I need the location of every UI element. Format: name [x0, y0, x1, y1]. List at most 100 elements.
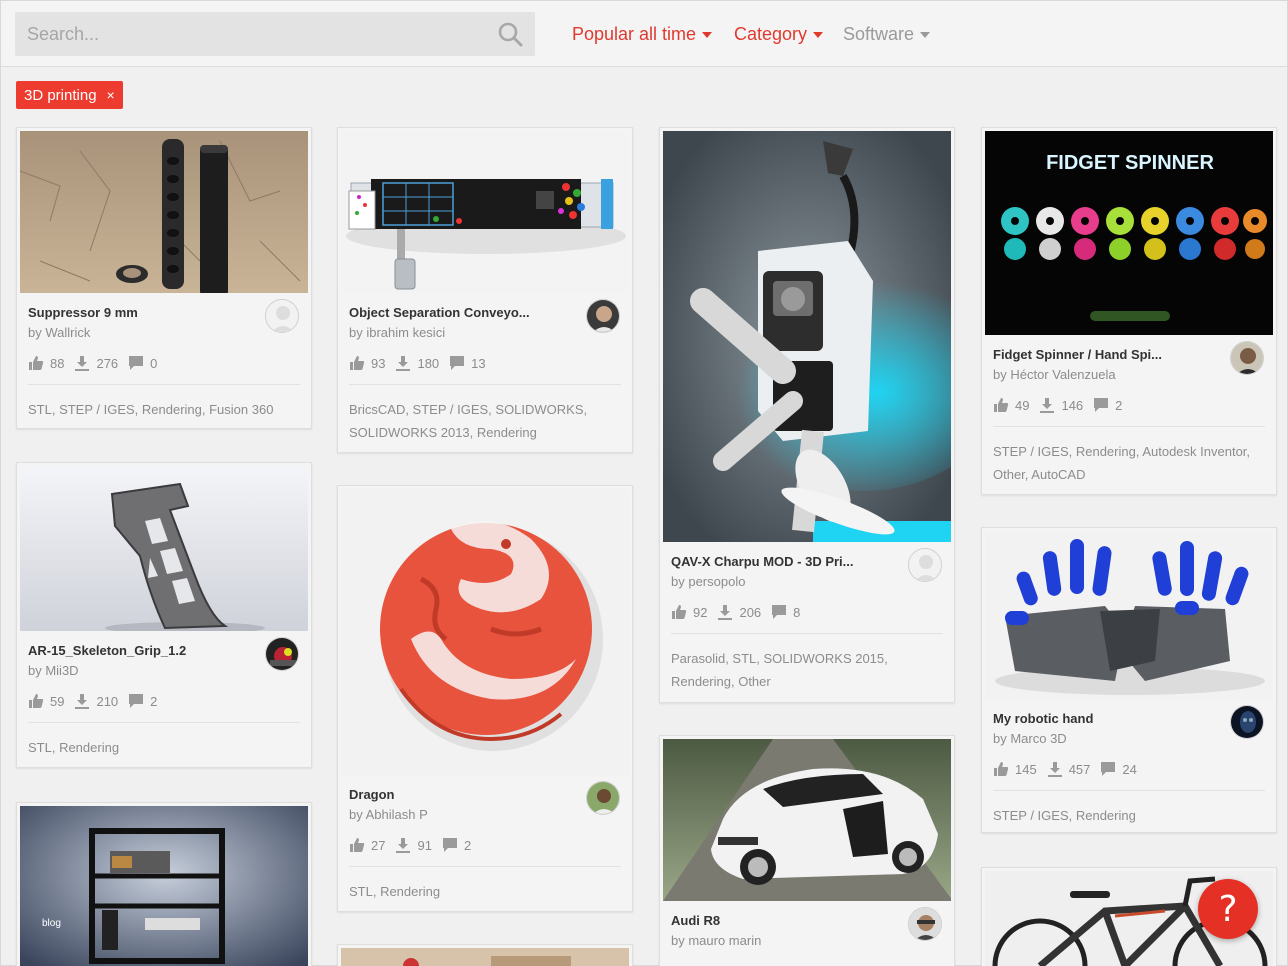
- download-icon: [718, 605, 733, 620]
- model-title[interactable]: Object Separation Conveyo...: [349, 305, 530, 320]
- comments-stat[interactable]: 0: [128, 355, 157, 371]
- model-title[interactable]: Audi R8: [671, 913, 720, 928]
- software-tags: STL, Rendering: [349, 884, 441, 899]
- card-divider: [671, 633, 943, 634]
- model-card[interactable]: AR-15_Skeleton_Grip_1.2 by Mii3D 59 210 …: [16, 462, 312, 768]
- chevron-down-icon: [920, 32, 931, 38]
- downloads-stat[interactable]: 91: [395, 837, 432, 853]
- model-title[interactable]: Dragon: [349, 787, 395, 802]
- search-input[interactable]: [15, 12, 485, 56]
- likes-count: 145: [1015, 761, 1037, 777]
- help-button[interactable]: ?: [1198, 879, 1258, 939]
- likes-count: 88: [50, 355, 65, 371]
- model-thumbnail[interactable]: [663, 739, 951, 901]
- comments-stat[interactable]: 24: [1100, 761, 1137, 777]
- card-stats: 145 457 24: [993, 761, 1147, 777]
- user-avatar[interactable]: [908, 907, 942, 941]
- likes-stat[interactable]: 88: [28, 355, 64, 371]
- model-card[interactable]: QAV-X Charpu MOD - 3D Pri... by persopol…: [659, 127, 955, 703]
- likes-stat[interactable]: 92: [671, 604, 707, 620]
- category-filter[interactable]: Category: [734, 21, 824, 47]
- user-avatar[interactable]: [586, 781, 620, 815]
- downloads-stat[interactable]: 210: [74, 693, 118, 709]
- downloads-stat[interactable]: 146: [1039, 397, 1083, 413]
- model-thumbnail[interactable]: [341, 489, 629, 777]
- comments-count: 8: [793, 604, 801, 620]
- active-tag-3d-printing: 3D printing ×: [16, 81, 123, 109]
- remove-tag-button[interactable]: ×: [107, 87, 115, 103]
- downloads-count: 91: [417, 837, 432, 853]
- model-card[interactable]: Audi R8 by mauro marin: [659, 735, 955, 966]
- software-filter[interactable]: Software: [843, 21, 931, 47]
- comments-stat[interactable]: 8: [771, 604, 800, 620]
- model-card[interactable]: [337, 944, 633, 966]
- model-card[interactable]: blog: [16, 802, 312, 966]
- model-thumbnail[interactable]: FIDGET SPINNER: [985, 131, 1273, 335]
- model-title[interactable]: AR-15_Skeleton_Grip_1.2: [28, 643, 186, 658]
- model-card[interactable]: Object Separation Conveyo... by ibrahim …: [337, 127, 633, 453]
- comments-count: 2: [463, 837, 472, 853]
- downloads-count: 276: [96, 355, 119, 371]
- model-card[interactable]: FIDGET SPINNER Fidget Spinner / Hand Spi…: [981, 127, 1277, 495]
- user-avatar[interactable]: [265, 299, 299, 333]
- help-label: ?: [1218, 888, 1238, 930]
- download-icon: [75, 694, 90, 709]
- downloads-count: 210: [96, 693, 119, 709]
- model-thumbnail[interactable]: [341, 131, 629, 293]
- user-avatar[interactable]: [1230, 705, 1264, 739]
- comment-icon: [442, 838, 457, 852]
- user-avatar[interactable]: [265, 637, 299, 671]
- model-title[interactable]: QAV-X Charpu MOD - 3D Pri...: [671, 554, 854, 569]
- search-icon[interactable]: [497, 21, 523, 47]
- downloads-stat[interactable]: 180: [395, 355, 439, 371]
- likes-stat[interactable]: 93: [349, 355, 385, 371]
- comments-stat[interactable]: 13: [449, 355, 486, 371]
- software-tags: BricsCAD, STEP / IGES, SOLIDWORKS, SOLID…: [349, 402, 588, 440]
- thumbs-up-icon: [350, 356, 365, 370]
- thumbs-up-icon: [994, 762, 1009, 776]
- downloads-stat[interactable]: 206: [717, 604, 761, 620]
- comment-icon: [450, 356, 465, 370]
- likes-stat[interactable]: 145: [993, 761, 1037, 777]
- model-title[interactable]: Suppressor 9 mm: [28, 305, 138, 320]
- comments-count: 0: [150, 355, 158, 371]
- model-author[interactable]: by Marco 3D: [993, 731, 1067, 746]
- popular-filter[interactable]: Popular all time: [572, 21, 713, 47]
- download-icon: [1047, 762, 1062, 777]
- comment-icon: [1101, 762, 1116, 776]
- user-avatar[interactable]: [1230, 341, 1264, 375]
- comments-stat[interactable]: 2: [1093, 397, 1122, 413]
- model-title[interactable]: My robotic hand: [993, 711, 1093, 726]
- model-thumbnail[interactable]: blog: [20, 806, 308, 966]
- model-thumbnail[interactable]: [985, 531, 1273, 699]
- model-title[interactable]: Fidget Spinner / Hand Spi...: [993, 347, 1162, 362]
- likes-stat[interactable]: 49: [993, 397, 1029, 413]
- model-thumbnail[interactable]: [663, 131, 951, 542]
- user-avatar[interactable]: [586, 299, 620, 333]
- user-avatar[interactable]: [908, 548, 942, 582]
- model-author[interactable]: by mauro marin: [671, 933, 761, 948]
- model-thumbnail[interactable]: [20, 466, 308, 631]
- model-author[interactable]: by Abhilash P: [349, 807, 428, 822]
- model-author[interactable]: by Héctor Valenzuela: [993, 367, 1116, 382]
- downloads-count: 180: [417, 355, 440, 371]
- comments-stat[interactable]: 2: [128, 693, 157, 709]
- model-thumbnail[interactable]: [341, 948, 629, 966]
- model-thumbnail[interactable]: [20, 131, 308, 293]
- thumbs-up-icon: [350, 838, 365, 852]
- likes-stat[interactable]: 27: [349, 837, 385, 853]
- model-author[interactable]: by persopolo: [671, 574, 745, 589]
- card-divider: [28, 384, 300, 385]
- model-author[interactable]: by Mii3D: [28, 663, 79, 678]
- model-card[interactable]: Suppressor 9 mm by Wallrick 88 276 0 STL…: [16, 127, 312, 429]
- model-card[interactable]: Dragon by Abhilash P 27 91 2 STL, Render…: [337, 485, 633, 912]
- downloads-stat[interactable]: 276: [74, 355, 118, 371]
- comments-stat[interactable]: 2: [442, 837, 471, 853]
- model-card[interactable]: My robotic hand by Marco 3D 145 457 24 S…: [981, 527, 1277, 833]
- model-author[interactable]: by ibrahim kesici: [349, 325, 445, 340]
- image-caption: FIDGET SPINNER: [1046, 152, 1214, 174]
- model-author[interactable]: by Wallrick: [28, 325, 90, 340]
- card-divider: [993, 790, 1265, 791]
- downloads-stat[interactable]: 457: [1047, 761, 1090, 777]
- likes-stat[interactable]: 59: [28, 693, 64, 709]
